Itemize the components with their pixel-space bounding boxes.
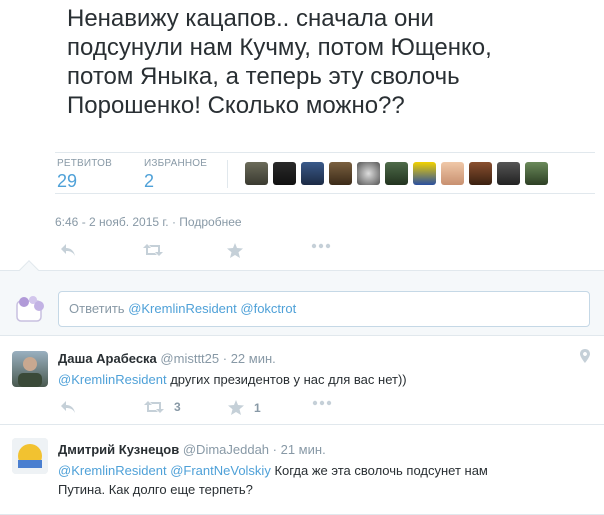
- reply-tweet[interactable]: Дмитрий Кузнецов @DimaJeddah · 21 мин. @…: [0, 426, 604, 515]
- reply-text-content: других президентов у нас для вас нет)): [166, 372, 407, 387]
- reply-icon[interactable]: [60, 400, 76, 414]
- mention-link[interactable]: @fokctrot: [240, 301, 296, 316]
- username[interactable]: @DimaJeddah: [183, 442, 269, 457]
- more-icon[interactable]: [311, 243, 331, 249]
- retweets-stat[interactable]: РЕТВИТОВ 29: [57, 158, 112, 192]
- main-tweet: Ненавижу кацапов.. сначала они подсунули…: [0, 0, 604, 268]
- favorite-icon[interactable]: [227, 243, 243, 258]
- reply-icon[interactable]: [60, 243, 76, 257]
- more-icon[interactable]: [312, 400, 332, 406]
- avatar[interactable]: [245, 162, 268, 185]
- avatar[interactable]: [301, 162, 324, 185]
- retweet-icon[interactable]: [143, 243, 163, 257]
- favoriters-avatars: [245, 162, 548, 185]
- reply-time[interactable]: · 21 мин.: [273, 442, 326, 457]
- reply-actions: 3 1: [58, 400, 358, 420]
- avatar[interactable]: [497, 162, 520, 185]
- retweets-label: РЕТВИТОВ: [57, 158, 113, 169]
- avatar[interactable]: [12, 351, 48, 387]
- stats-divider: [227, 160, 228, 188]
- reply-prefix: Ответить: [69, 301, 129, 316]
- tweet-timestamp[interactable]: 6:46 - 2 нояб. 2015 г. · Подробнее: [55, 215, 242, 229]
- reply-text: @KremlinResident @FrantNeVolskiy Когда ж…: [58, 461, 578, 499]
- mention-link[interactable]: @KremlinResident: [128, 301, 237, 316]
- location-pin-icon: [580, 349, 590, 363]
- favorites-stat[interactable]: ИЗБРАННОЕ 2: [144, 158, 207, 192]
- avatar[interactable]: [469, 162, 492, 185]
- tweet-text: Ненавижу кацапов.. сначала они подсунули…: [67, 5, 492, 119]
- display-name[interactable]: Дмитрий Кузнецов: [58, 442, 179, 457]
- mention-link[interactable]: @FrantNeVolskiy: [170, 463, 271, 478]
- avatar[interactable]: [441, 162, 464, 185]
- favorite-count: 1: [254, 400, 261, 415]
- favorite-icon[interactable]: 1: [228, 400, 261, 415]
- reply-time[interactable]: · 22 мин.: [223, 351, 276, 366]
- avatar[interactable]: [413, 162, 436, 185]
- retweets-count: 29: [57, 171, 78, 191]
- favorites-count: 2: [144, 171, 155, 191]
- avatar[interactable]: [15, 293, 47, 325]
- avatar[interactable]: [12, 438, 48, 474]
- mention-link[interactable]: @KremlinResident: [58, 372, 167, 387]
- avatar[interactable]: [525, 162, 548, 185]
- display-name[interactable]: Даша Арабеска: [58, 351, 157, 366]
- reply-text-content: Когда же эта сволочь подсунет нам: [270, 463, 488, 478]
- username[interactable]: @misttt25: [160, 351, 219, 366]
- avatar[interactable]: [357, 162, 380, 185]
- retweet-icon[interactable]: 3: [144, 400, 181, 414]
- avatar[interactable]: [385, 162, 408, 185]
- favorites-label: ИЗБРАННОЕ: [144, 158, 208, 169]
- reply-tweet[interactable]: Даша Арабеска @misttt25 · 22 мин. @Kreml…: [0, 337, 604, 425]
- mention-link[interactable]: @KremlinResident: [58, 463, 167, 478]
- reply-text: @KremlinResident других президентов у на…: [58, 370, 578, 389]
- reply-input[interactable]: Ответить @KremlinResident @fokctrot: [58, 291, 590, 327]
- tweet-stats: РЕТВИТОВ 29 ИЗБРАННОЕ 2: [55, 152, 595, 194]
- reply-text-content: Путина. Как долго еще терпеть?: [58, 482, 253, 497]
- reply-composer: Ответить @KremlinResident @fokctrot: [0, 270, 604, 336]
- reply-header: Дмитрий Кузнецов @DimaJeddah · 21 мин.: [58, 442, 326, 457]
- reply-header: Даша Арабеска @misttt25 · 22 мин.: [58, 351, 276, 366]
- retweet-count: 3: [174, 400, 181, 414]
- avatar[interactable]: [273, 162, 296, 185]
- avatar[interactable]: [329, 162, 352, 185]
